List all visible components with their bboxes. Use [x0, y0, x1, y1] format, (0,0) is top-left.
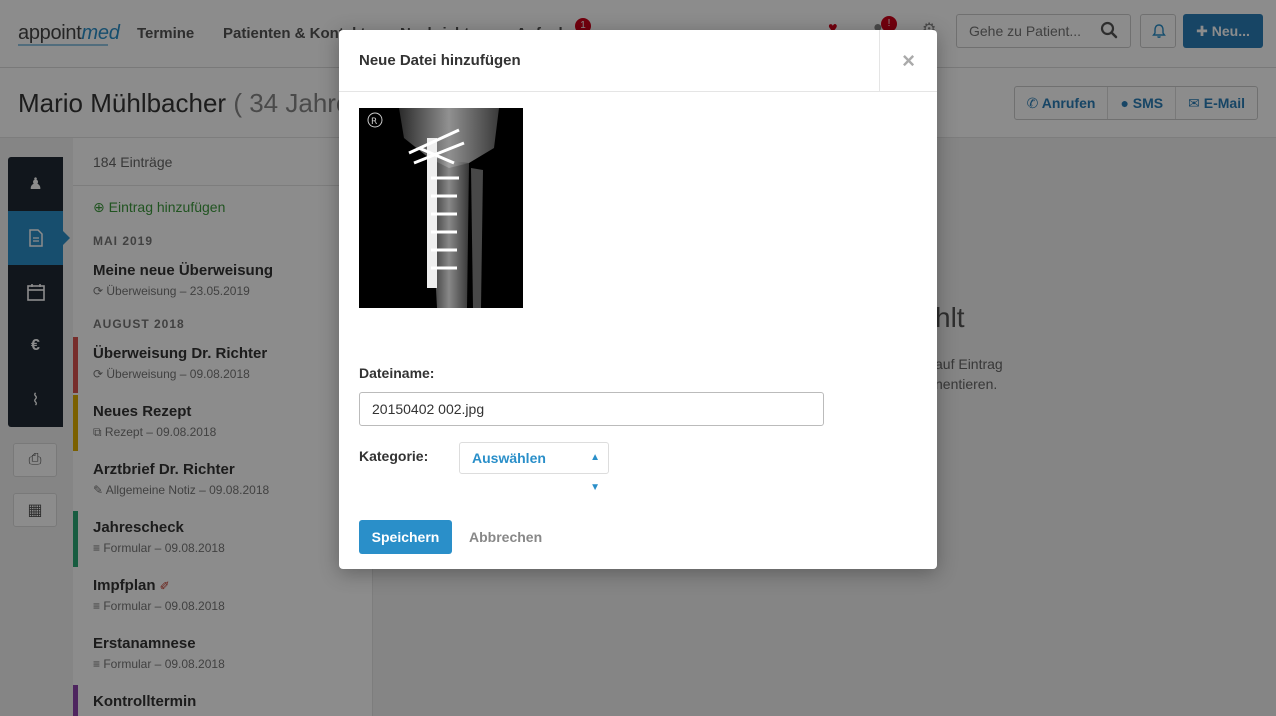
category-label: Kategorie: — [359, 448, 429, 464]
save-button[interactable]: Speichern — [359, 520, 452, 554]
file-preview-image: R — [359, 108, 523, 308]
filename-input[interactable]: 20150402 002.jpg — [359, 392, 824, 426]
category-select[interactable]: Auswählen ▲ ▼ — [459, 442, 609, 493]
dialog-header: Neue Datei hinzufügen × — [339, 30, 937, 92]
add-file-dialog: Neue Datei hinzufügen × R Dateiname: 201… — [339, 30, 937, 569]
close-icon[interactable]: × — [879, 30, 937, 92]
filename-label: Dateiname: — [359, 365, 435, 381]
cancel-button[interactable]: Abbrechen — [469, 529, 542, 545]
dialog-title: Neue Datei hinzufügen — [359, 52, 521, 69]
svg-text:R: R — [371, 117, 377, 127]
select-arrows-icon: ▲ ▼ — [590, 452, 600, 493]
